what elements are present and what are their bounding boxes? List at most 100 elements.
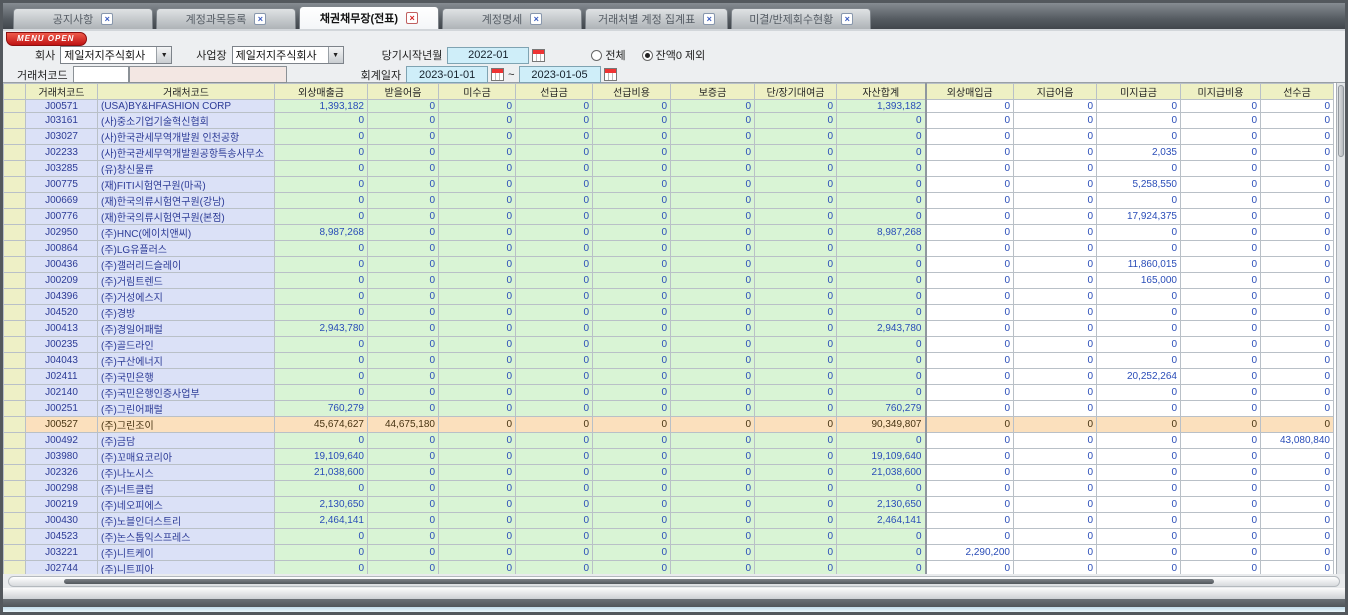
vendor-name-cell[interactable]: (사)한국관세무역개발원공항특송사무소: [98, 145, 275, 161]
grid-cell[interactable]: 0: [1181, 401, 1261, 417]
vendor-code-cell[interactable]: J03980: [26, 449, 98, 465]
grid-cell[interactable]: 0: [926, 385, 1014, 401]
grid-cell[interactable]: 0: [755, 289, 837, 305]
grid-cell[interactable]: 0: [593, 529, 671, 545]
table-row[interactable]: J00436(주)갤러리드슬레이000000000011,860,01500: [4, 257, 1334, 273]
row-selector[interactable]: [4, 385, 26, 401]
vendor-name-cell[interactable]: (USA)BY&HFASHION CORP: [98, 100, 275, 113]
tab-5[interactable]: 미결/반제회수현황×: [731, 8, 871, 29]
row-selector[interactable]: [4, 513, 26, 529]
grid-cell[interactable]: 0: [755, 497, 837, 513]
grid-cell[interactable]: 0: [368, 225, 439, 241]
grid-cell[interactable]: 0: [275, 161, 368, 177]
grid-cell[interactable]: 0: [1014, 305, 1097, 321]
grid-cell[interactable]: 0: [516, 321, 593, 337]
grid-cell[interactable]: 0: [926, 273, 1014, 289]
chevron-down-icon[interactable]: ▼: [328, 47, 343, 63]
vendor-name-cell[interactable]: (주)니트피아: [98, 561, 275, 574]
grid-cell[interactable]: 0: [926, 321, 1014, 337]
grid-cell[interactable]: 0: [1014, 529, 1097, 545]
vendor-name-cell[interactable]: (유)창신물류: [98, 161, 275, 177]
grid-cell[interactable]: 0: [1181, 289, 1261, 305]
grid-cell[interactable]: 0: [1014, 129, 1097, 145]
row-selector[interactable]: [4, 321, 26, 337]
table-row[interactable]: J00298(주)너트클럽0000000000000: [4, 481, 1334, 497]
table-row[interactable]: J00430(주)노블인더스트리2,464,1410000002,464,141…: [4, 513, 1334, 529]
grid-cell[interactable]: 0: [1097, 113, 1181, 129]
grid-cell[interactable]: 0: [368, 449, 439, 465]
grid-cell[interactable]: 0: [1181, 369, 1261, 385]
grid-cell[interactable]: 0: [593, 465, 671, 481]
grid-cell[interactable]: 0: [593, 321, 671, 337]
row-selector[interactable]: [4, 529, 26, 545]
grid-cell[interactable]: 0: [593, 513, 671, 529]
grid-cell[interactable]: 0: [439, 289, 516, 305]
table-row[interactable]: J00219(주)네오피에스2,130,6500000002,130,65000…: [4, 497, 1334, 513]
vendor-code-cell[interactable]: J00776: [26, 209, 98, 225]
grid-cell[interactable]: 0: [1261, 241, 1334, 257]
grid-cell[interactable]: 760,279: [275, 401, 368, 417]
grid-cell[interactable]: 0: [755, 513, 837, 529]
close-icon[interactable]: ×: [530, 13, 542, 25]
grid-cell[interactable]: 0: [755, 449, 837, 465]
table-row[interactable]: J00864(주)LG유플러스0000000000000: [4, 241, 1334, 257]
grid-cell[interactable]: 0: [516, 257, 593, 273]
grid-cell[interactable]: 0: [671, 529, 755, 545]
grid-cell[interactable]: 0: [1181, 161, 1261, 177]
grid-cell[interactable]: 0: [368, 545, 439, 561]
grid-cell[interactable]: 0: [1181, 209, 1261, 225]
vendor-name-cell[interactable]: (주)꼬매요코리아: [98, 449, 275, 465]
vendor-name-cell[interactable]: (재)FITI시험연구원(마곡): [98, 177, 275, 193]
grid-cell[interactable]: 0: [837, 545, 926, 561]
grid-cell[interactable]: 0: [1014, 321, 1097, 337]
grid-cell[interactable]: 0: [837, 289, 926, 305]
grid-cell[interactable]: 0: [368, 129, 439, 145]
grid-cell[interactable]: 0: [1181, 273, 1261, 289]
row-selector[interactable]: [4, 353, 26, 369]
row-selector[interactable]: [4, 225, 26, 241]
grid-cell[interactable]: 0: [1097, 289, 1181, 305]
grid-cell[interactable]: 0: [275, 193, 368, 209]
grid-cell[interactable]: 0: [755, 273, 837, 289]
grid-cell[interactable]: 0: [1097, 385, 1181, 401]
vendor-code-cell[interactable]: J00209: [26, 273, 98, 289]
grid-cell[interactable]: 0: [1097, 433, 1181, 449]
grid-cell[interactable]: 0: [1181, 513, 1261, 529]
grid-cell[interactable]: 0: [275, 129, 368, 145]
close-icon[interactable]: ×: [406, 12, 418, 24]
grid-cell[interactable]: 0: [275, 545, 368, 561]
grid-cell[interactable]: 0: [275, 305, 368, 321]
grid-cell[interactable]: 0: [368, 241, 439, 257]
grid-cell[interactable]: 0: [926, 100, 1014, 113]
table-row[interactable]: J02326(주)나노시스21,038,60000000021,038,6000…: [4, 465, 1334, 481]
close-icon[interactable]: ×: [254, 13, 266, 25]
grid-cell[interactable]: 0: [516, 561, 593, 574]
table-row[interactable]: J00775(재)FITI시험연구원(마곡)00000000005,258,55…: [4, 177, 1334, 193]
grid-cell[interactable]: 21,038,600: [275, 465, 368, 481]
grid-cell[interactable]: 0: [368, 465, 439, 481]
grid-cell[interactable]: 90,349,807: [837, 417, 926, 433]
grid-cell[interactable]: 0: [837, 193, 926, 209]
grid-cell[interactable]: 0: [671, 401, 755, 417]
grid-cell[interactable]: 0: [368, 385, 439, 401]
grid-cell[interactable]: 0: [593, 481, 671, 497]
vendor-name-cell[interactable]: (사)중소기업기술혁신협회: [98, 113, 275, 129]
grid-cell[interactable]: 0: [275, 529, 368, 545]
grid-cell[interactable]: 0: [671, 497, 755, 513]
table-row[interactable]: J02233(사)한국관세무역개발원공항특송사무소00000000002,035…: [4, 145, 1334, 161]
grid-cell[interactable]: 2,943,780: [275, 321, 368, 337]
vendor-code-cell[interactable]: J04523: [26, 529, 98, 545]
grid-cell[interactable]: 0: [368, 289, 439, 305]
grid-cell[interactable]: 0: [1014, 225, 1097, 241]
grid-cell[interactable]: 0: [1261, 305, 1334, 321]
tab-4[interactable]: 거래처별 계정 집계표×: [585, 8, 728, 29]
row-selector[interactable]: [4, 449, 26, 465]
grid-cell[interactable]: 0: [755, 161, 837, 177]
grid-cell[interactable]: 0: [1261, 129, 1334, 145]
grid-cell[interactable]: 0: [837, 337, 926, 353]
grid-cell[interactable]: 0: [368, 401, 439, 417]
grid-cell[interactable]: 0: [439, 193, 516, 209]
table-row[interactable]: J04043(주)구산에너지0000000000000: [4, 353, 1334, 369]
grid-cell[interactable]: 0: [671, 561, 755, 574]
radio-all[interactable]: [591, 50, 602, 61]
